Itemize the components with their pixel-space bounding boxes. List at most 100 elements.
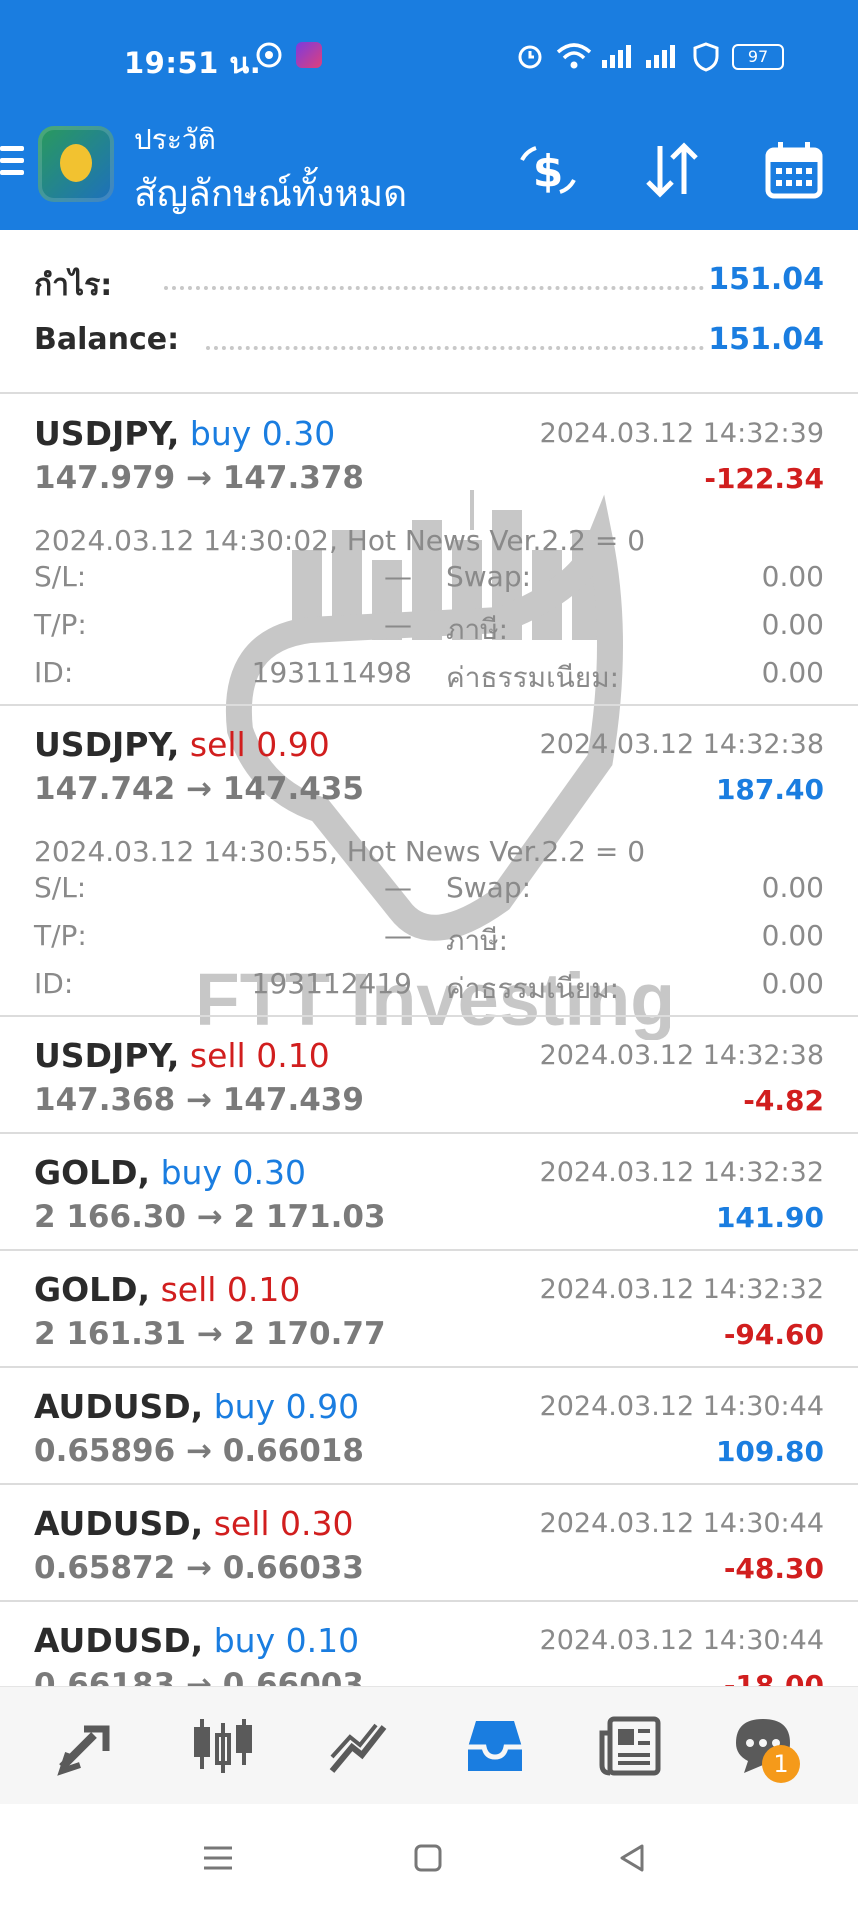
trade-side: sell 0.90 xyxy=(189,725,330,764)
system-navigation xyxy=(0,1804,858,1907)
trade-side: sell 0.10 xyxy=(160,1270,301,1309)
trade-header: AUDUSD, sell 0.30 xyxy=(34,1504,354,1543)
sl-value: — xyxy=(384,560,412,593)
signal-icon xyxy=(602,45,631,68)
balance-label: Balance: xyxy=(34,322,180,357)
trade-icon[interactable] xyxy=(54,1713,120,1779)
battery-icon: 97 xyxy=(732,44,784,70)
trade-row[interactable]: AUDUSD, buy 0.90 2024.03.12 14:30:44 0.6… xyxy=(0,1387,858,1483)
tp-value: — xyxy=(384,919,412,952)
id-label: ID: xyxy=(34,967,74,1000)
sort-icon[interactable] xyxy=(640,138,704,202)
signal-icon-2 xyxy=(646,45,675,68)
trade-profit: -122.34 xyxy=(704,462,824,495)
id-value: 193112419 xyxy=(251,967,412,1000)
divider xyxy=(0,1366,858,1368)
trade-side: sell 0.10 xyxy=(189,1036,330,1075)
trade-header: USDJPY, sell 0.90 xyxy=(34,725,330,764)
trade-symbol: USDJPY, xyxy=(34,725,180,764)
trade-prices: 147.368 → 147.439 xyxy=(34,1082,364,1118)
trade-profit: -4.82 xyxy=(743,1084,824,1117)
trade-prices: 0.65896 → 0.66018 xyxy=(34,1433,364,1469)
tp-value: — xyxy=(384,608,412,641)
trade-symbol: GOLD, xyxy=(34,1270,151,1309)
quotes-icon[interactable] xyxy=(190,1713,256,1779)
trade-symbol: AUDUSD, xyxy=(34,1621,204,1660)
tp-label: T/P: xyxy=(34,608,87,641)
trade-side: buy 0.30 xyxy=(189,414,336,453)
chrome-icon xyxy=(256,42,282,68)
tax-value: 0.00 xyxy=(761,919,824,952)
swap-label: Swap: xyxy=(446,871,532,904)
app-header: 19:51 น. 97 ประวัติ สัญลักษณ์ทั้งหมด $ xyxy=(0,0,858,230)
divider xyxy=(0,1249,858,1251)
menu-button[interactable] xyxy=(0,146,24,176)
leader-dots xyxy=(206,346,704,350)
trade-symbol: AUDUSD, xyxy=(34,1504,204,1543)
trade-header: AUDUSD, buy 0.90 xyxy=(34,1387,359,1426)
tax-label: ภาษี: xyxy=(446,613,509,646)
recent-apps-icon[interactable] xyxy=(198,1838,238,1878)
app-notification-icon xyxy=(296,42,322,68)
calendar-icon[interactable] xyxy=(762,138,826,202)
trade-symbol: USDJPY, xyxy=(34,414,180,453)
back-icon[interactable] xyxy=(612,1838,652,1878)
divider xyxy=(0,1132,858,1134)
fee-value: 0.00 xyxy=(761,656,824,689)
trade-close-time: 2024.03.12 14:32:32 xyxy=(539,1157,824,1188)
alarm-icon xyxy=(518,45,542,69)
sl-label: S/L: xyxy=(34,560,87,593)
trade-comment: 2024.03.12 14:30:55, Hot News Ver.2.2 = … xyxy=(34,835,646,868)
trade-row[interactable]: AUDUSD, sell 0.30 2024.03.12 14:30:44 0.… xyxy=(0,1504,858,1600)
divider xyxy=(0,392,858,394)
trade-close-time: 2024.03.12 14:32:38 xyxy=(539,1040,824,1071)
trade-row[interactable]: USDJPY, sell 0.10 2024.03.12 14:32:38 14… xyxy=(0,1036,858,1132)
trade-prices: 147.979 → 147.378 xyxy=(34,460,364,496)
trade-profit: -48.30 xyxy=(723,1552,824,1585)
trade-close-time: 2024.03.12 14:30:44 xyxy=(539,1508,824,1539)
trade-profit: 141.90 xyxy=(715,1201,824,1234)
tax-label: ภาษี: xyxy=(446,924,509,957)
trade-symbol: GOLD, xyxy=(34,1153,151,1192)
leader-dots xyxy=(164,286,704,290)
profit-value: 151.04 xyxy=(708,262,824,297)
trade-symbol: AUDUSD, xyxy=(34,1387,204,1426)
trade-close-time: 2024.03.12 14:30:44 xyxy=(539,1391,824,1422)
trade-symbol: USDJPY, xyxy=(34,1036,180,1075)
trade-row[interactable]: GOLD, buy 0.30 2024.03.12 14:32:32 2 166… xyxy=(0,1153,858,1249)
divider xyxy=(0,704,858,706)
page-title[interactable]: สัญลักษณ์ทั้งหมด xyxy=(134,164,407,223)
balance-value: 151.04 xyxy=(708,322,824,357)
trade-side: buy 0.10 xyxy=(213,1621,360,1660)
trade-row[interactable]: AUDUSD, buy 0.10 2024.03.12 14:30:44 0.6… xyxy=(0,1621,858,1686)
trade-comment: 2024.03.12 14:30:02, Hot News Ver.2.2 = … xyxy=(34,524,646,557)
trade-row[interactable]: GOLD, sell 0.10 2024.03.12 14:32:32 2 16… xyxy=(0,1270,858,1366)
trade-prices: 147.742 → 147.435 xyxy=(34,771,364,807)
sl-label: S/L: xyxy=(34,871,87,904)
trade-close-time: 2024.03.12 14:32:39 xyxy=(539,418,824,449)
page-subtitle: ประวัติ xyxy=(134,123,216,156)
trade-prices: 0.65872 → 0.66033 xyxy=(34,1550,364,1586)
trade-close-time: 2024.03.12 14:32:38 xyxy=(539,729,824,760)
balance-summary: Balance: 151.04 xyxy=(34,322,824,366)
shield-icon xyxy=(693,42,719,72)
history-icon[interactable] xyxy=(462,1713,528,1779)
trade-row[interactable]: USDJPY, buy 0.30 2024.03.12 14:32:39 147… xyxy=(0,414,858,704)
trade-side: sell 0.30 xyxy=(213,1504,354,1543)
trade-header: GOLD, buy 0.30 xyxy=(34,1153,306,1192)
sl-value: — xyxy=(384,871,412,904)
home-icon[interactable] xyxy=(408,1838,448,1878)
profit-summary: กำไร: 151.04 xyxy=(34,262,824,306)
trade-header: USDJPY, buy 0.30 xyxy=(34,414,335,453)
trade-row[interactable]: USDJPY, sell 0.90 2024.03.12 14:32:38 14… xyxy=(0,725,858,1015)
news-icon[interactable] xyxy=(598,1713,664,1779)
swap-label: Swap: xyxy=(446,560,532,593)
status-time: 19:51 น. xyxy=(124,46,262,80)
messages-badge: 1 xyxy=(762,1745,800,1783)
wifi-icon xyxy=(556,43,592,69)
currency-filter-icon[interactable]: $ xyxy=(516,138,580,202)
fee-label: ค่าธรรมเนียม: xyxy=(446,972,620,1005)
trade-header: AUDUSD, buy 0.10 xyxy=(34,1621,359,1660)
chart-icon[interactable] xyxy=(326,1713,392,1779)
bottom-navigation: 1 xyxy=(0,1686,858,1805)
